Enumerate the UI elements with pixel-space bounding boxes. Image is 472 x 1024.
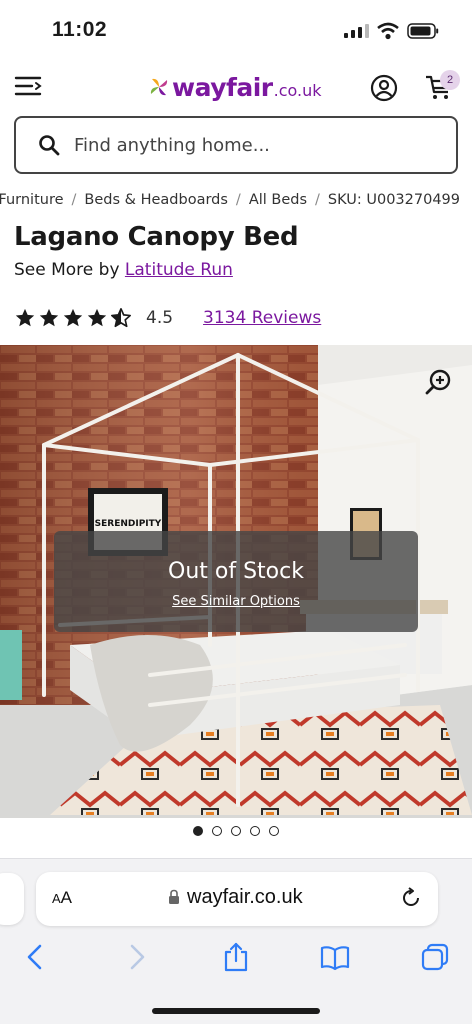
pagination-dot[interactable] [231, 826, 241, 836]
see-more-label: See More by [14, 260, 120, 280]
pagination-dot[interactable] [212, 826, 222, 836]
breadcrumb-separator: / [235, 192, 241, 208]
product-title: Lagano Canopy Bed [14, 222, 299, 252]
reader-aa-button[interactable]: AA [52, 888, 72, 908]
forward-icon[interactable] [122, 942, 152, 972]
stock-status: Out of Stock [168, 559, 304, 584]
reload-icon[interactable] [400, 887, 422, 909]
brand-link[interactable]: Latitude Run [125, 260, 233, 280]
out-of-stock-overlay: Out of Stock See Similar Options [54, 531, 418, 632]
breadcrumb-separator: / [315, 192, 320, 208]
breadcrumb-item-furniture[interactable]: Furniture [0, 192, 64, 208]
search-input[interactable] [74, 134, 414, 156]
tabs-icon[interactable] [420, 942, 450, 972]
battery-icon [407, 23, 439, 39]
rating-summary[interactable]: 4.5 3134 Reviews [14, 306, 321, 330]
wifi-icon [377, 22, 399, 40]
image-pagination [193, 826, 288, 836]
star-full-icon [87, 308, 107, 327]
wayfair-pinwheel-icon [150, 78, 168, 96]
previous-tab-pill[interactable] [0, 873, 24, 925]
see-more-line: See More by Latitude Run [14, 260, 233, 280]
logo-wordmark: wayfair [172, 72, 273, 102]
breadcrumb-item-all-beds[interactable]: All Beds [249, 192, 307, 208]
star-full-icon [63, 308, 83, 327]
cart-count-badge: 2 [440, 70, 460, 90]
star-half-icon [111, 308, 131, 328]
account-icon[interactable] [370, 74, 398, 102]
reviews-link[interactable]: 3134 Reviews [203, 308, 321, 328]
share-icon[interactable] [221, 942, 251, 972]
breadcrumb-separator: / [71, 192, 77, 208]
back-icon[interactable] [20, 942, 50, 972]
site-header: wayfair .co.uk [0, 60, 472, 112]
url-text[interactable]: wayfair.co.uk [187, 886, 303, 909]
wall-sign-text: SERENDIPITY [95, 519, 162, 529]
star-rating [14, 307, 134, 329]
zoom-in-icon[interactable] [424, 368, 452, 396]
search-bar[interactable] [14, 116, 458, 174]
wayfair-logo[interactable]: wayfair .co.uk [148, 72, 322, 102]
breadcrumb-sku: SKU: U003270499 [327, 192, 460, 208]
rating-value: 4.5 [146, 308, 174, 328]
breadcrumb: Furniture / Beds & Headboards / All Beds… [0, 190, 472, 212]
pagination-dot[interactable] [269, 826, 279, 836]
lock-icon [169, 889, 179, 904]
bookmarks-icon[interactable] [320, 942, 350, 972]
home-indicator [152, 1008, 320, 1014]
menu-icon[interactable] [14, 74, 44, 98]
status-time: 11:02 [52, 18, 108, 41]
status-bar: 11:02 [0, 0, 472, 60]
pagination-dot[interactable] [250, 826, 260, 836]
see-similar-options-link[interactable]: See Similar Options [54, 594, 418, 609]
star-full-icon [39, 308, 59, 327]
cellular-signal-icon [344, 24, 370, 38]
pagination-dot[interactable] [193, 826, 203, 836]
star-full-icon [15, 308, 35, 327]
search-icon [39, 135, 60, 156]
breadcrumb-item-beds-headboards[interactable]: Beds & Headboards [84, 192, 228, 208]
logo-domain: .co.uk [273, 80, 322, 100]
